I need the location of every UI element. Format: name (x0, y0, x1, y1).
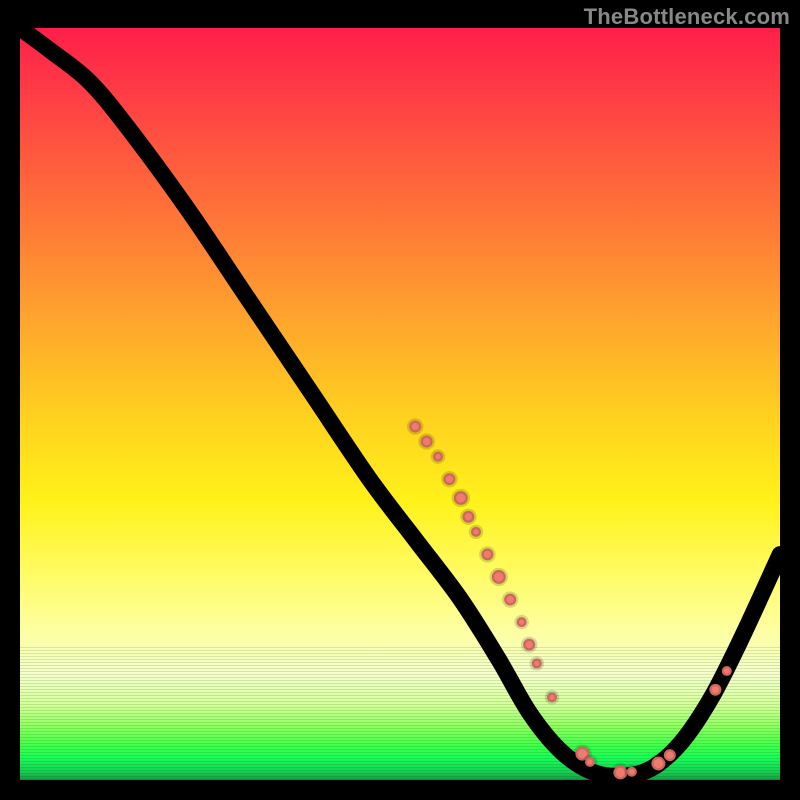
data-point (722, 666, 732, 676)
data-point (627, 767, 637, 777)
data-point (523, 639, 535, 651)
data-point (462, 511, 474, 523)
data-point (443, 473, 455, 485)
plot-area (20, 28, 780, 780)
data-point (585, 757, 595, 767)
data-point (709, 684, 721, 696)
data-point (517, 617, 527, 627)
curve-svg (20, 28, 780, 780)
data-point (532, 658, 542, 668)
data-point (481, 548, 493, 560)
data-point (664, 749, 676, 761)
data-point (433, 452, 443, 462)
data-point (492, 570, 506, 584)
data-point (471, 527, 481, 537)
watermark-text: TheBottleneck.com (584, 4, 790, 30)
data-point (421, 436, 433, 448)
bottleneck-curve (20, 28, 780, 776)
data-point (504, 594, 516, 606)
data-point (547, 692, 557, 702)
chart-stage: TheBottleneck.com (0, 0, 800, 800)
data-point (409, 421, 421, 433)
data-point (454, 491, 468, 505)
